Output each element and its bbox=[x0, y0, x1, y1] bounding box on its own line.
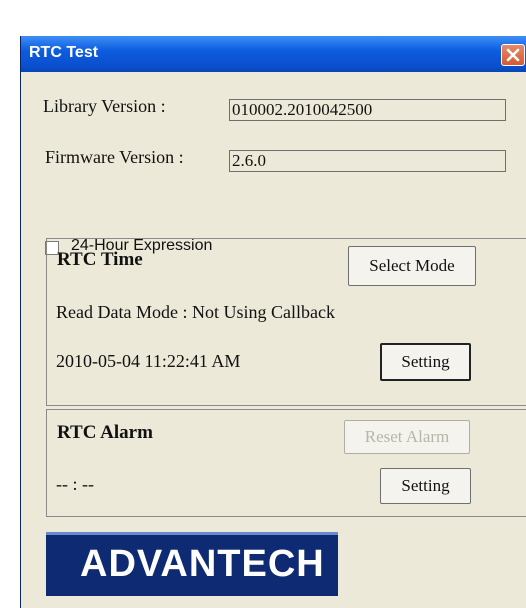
rtc-time-title: RTC Time bbox=[57, 249, 143, 270]
firmware-version-field: 2.6.0 bbox=[229, 150, 506, 172]
window-title: RTC Test bbox=[29, 44, 99, 61]
close-icon bbox=[506, 48, 520, 62]
advantech-logo: ADVANTECH bbox=[46, 532, 338, 596]
time-setting-button[interactable]: Setting bbox=[380, 343, 471, 381]
firmware-version-label: Firmware Version : bbox=[45, 147, 184, 167]
alarm-setting-button[interactable]: Setting bbox=[380, 468, 471, 504]
title-bar[interactable]: RTC Test bbox=[21, 36, 526, 72]
rtc-datetime-text: 2010-05-04 11:22:41 AM bbox=[56, 351, 241, 371]
library-version-label: Library Version : bbox=[43, 96, 166, 116]
rtc-alarm-group: RTC Alarm Reset Alarm -- : -- Setting bbox=[46, 409, 526, 517]
select-mode-button[interactable]: Select Mode bbox=[348, 246, 476, 286]
rtc-alarm-title: RTC Alarm bbox=[57, 422, 153, 443]
reset-alarm-button[interactable]: Reset Alarm bbox=[344, 420, 470, 454]
rtc-test-window: RTC Test Library Version : 010002.201004… bbox=[20, 36, 526, 608]
close-button[interactable] bbox=[501, 44, 525, 66]
alarm-time-text: -- : -- bbox=[56, 474, 94, 494]
read-data-mode-text: Read Data Mode : Not Using Callback bbox=[56, 302, 335, 322]
library-version-field: 010002.2010042500 bbox=[229, 99, 506, 121]
rtc-time-group: RTC Time Select Mode Read Data Mode : No… bbox=[46, 238, 526, 406]
logo-text: ADVANTECH bbox=[80, 543, 325, 585]
